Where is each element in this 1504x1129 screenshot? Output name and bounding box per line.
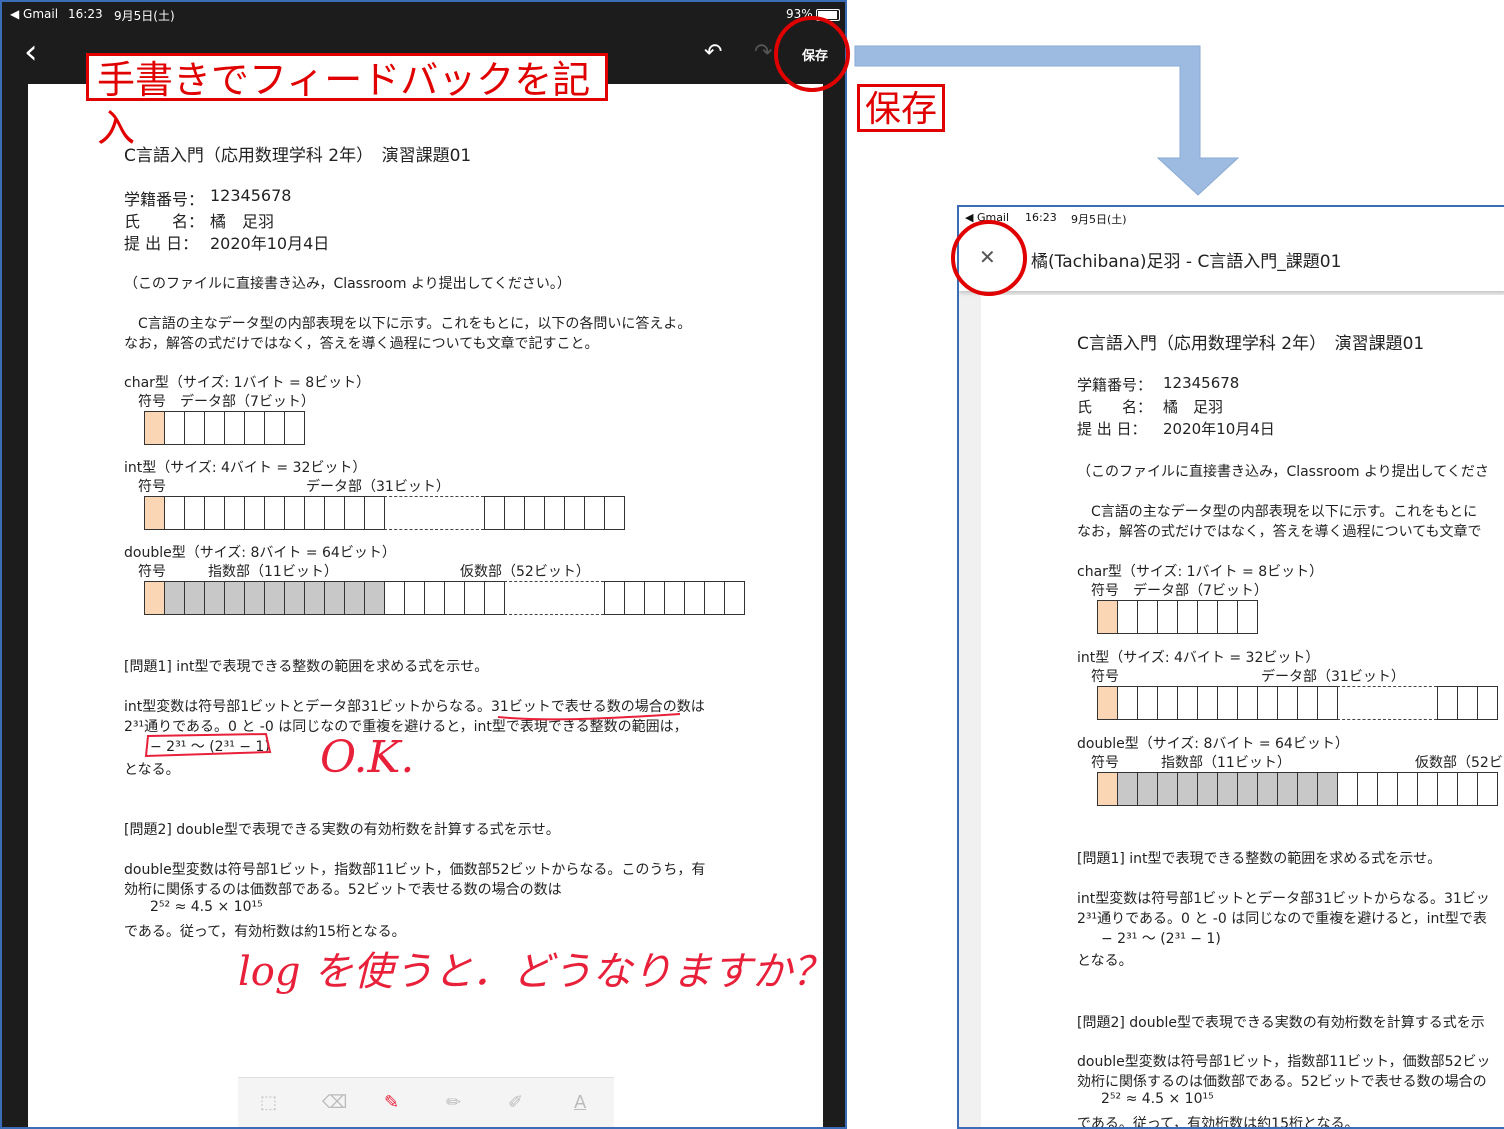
student-id-label: 学籍番号： [1077,376,1153,394]
select-icon[interactable]: ⬚ [260,1092,277,1113]
pen-toolbar: ⬚ ⌫ ✎ ✏ ✐ A [238,1077,614,1127]
double-label: double型（サイズ: 8バイト = 64ビット） [1077,736,1349,752]
marker-icon[interactable]: ✐ [508,1092,523,1113]
submit-date: 2020年10月4日 [1163,420,1275,438]
question-1: [問題1] int型で表現できる整数の範囲を求める式を示せ。 [1077,851,1442,867]
status-date: 9月5日(土) [1071,213,1127,226]
answer-2-line-4: である。従って，有効桁数は約15桁となる。 [1077,1116,1359,1129]
viewer-header: ◀ Gmail 16:23 9月5日(土) ✕ 橘(Tachibana)足羽 -… [959,207,1504,291]
int-bit-gap [1337,686,1437,720]
handwritten-ok: O.K. [320,732,415,783]
answer-2-line-2: 効桁に関係するのは価数部である。52ビットで表せる数の場合の [1077,1074,1487,1090]
int-bit-diagram-b [1437,686,1498,720]
double-bit-diagram [1097,772,1498,806]
intro-line-1: C言語の主なデータ型の内部表現を以下に示す。これをもとに [1091,504,1478,520]
double-sign-label: 符号 [1091,755,1119,771]
question-2: [問題2] double型で表現できる実数の有効桁数を計算する式を示 [1077,1015,1485,1031]
pen-icon[interactable]: ✎ [384,1092,399,1113]
feedback-callout: 手書きでフィードバックを記入 [86,53,608,150]
char-label: char型（サイズ: 1バイト = 8ビット） [1077,564,1324,580]
answer-1-line-4: となる。 [1077,953,1133,969]
status-date: 9月5日(土) [114,9,175,23]
status-time: 16:23 [1025,211,1057,224]
intro-line-2: なお，解答の式だけではなく，答えを導く過程についても文章で [1077,524,1482,540]
text-icon[interactable]: A [574,1092,586,1113]
document-title: 橘(Tachibana)足羽 - C言語入門_課題01 [1031,252,1342,272]
pencil-icon[interactable]: ✏ [446,1092,461,1113]
int-label: int型（サイズ: 4バイト = 32ビット） [1077,650,1320,666]
save-highlight-circle [774,16,850,92]
double-frac-label: 仮数部（52ビ [1415,755,1503,771]
handwritten-question: log を使うと．どうなりますか？ [238,949,832,995]
char-bit-diagram [1097,600,1258,634]
answer-1-formula: − 2³¹ ～ (2³¹ − 1) [1101,931,1221,947]
document-preview-page[interactable]: C言語入門（応用数理学科 2年） 演習課題01 学籍番号： 12345678 氏… [981,295,1504,1129]
int-bit-diagram-a [1097,686,1338,720]
submission-note: （このファイルに直接書き込み，Classroom より提出してくださ [1077,464,1489,480]
answer-2-line-1: double型変数は符号部1ビット，指数部11ビット，価数部52ビッ [1077,1054,1491,1070]
doc-title: C言語入門（応用数理学科 2年） 演習課題01 [1077,334,1425,354]
student-name: 橘 足羽 [1163,398,1224,416]
answer-1-line-1: int型変数は符号部1ビットとデータ部31ビットからなる。31ビッ [1077,891,1490,907]
save-callout: 保存 [857,84,945,132]
name-label: 氏 名： [1077,398,1153,416]
pdf-viewer-screen: ◀ Gmail 16:23 9月5日(土) ✕ 橘(Tachibana)足羽 -… [957,205,1504,1129]
close-highlight-circle [951,220,1027,296]
char-sub-label: 符号 データ部（7ビット） [1091,583,1268,599]
int-sign-label: 符号 [1091,669,1119,685]
eraser-icon[interactable]: ⌫ [322,1092,347,1113]
redo-icon[interactable]: ↷ [754,40,772,65]
back-icon[interactable]: ‹ [24,32,38,72]
undo-icon[interactable]: ↶ [704,40,722,65]
int-data-label: データ部（31ビット） [1261,669,1405,685]
tablet-editor-screen: ◀ Gmail 16:23 9月5日(土) 93% ‹ ↶ ↷ 保存 C言語入門… [0,0,847,1129]
answer-1-line-2: 2³¹通りである。0 と -0 は同じなので重複を避けると，int型で表 [1077,911,1487,927]
status-time: 16:23 [68,7,103,21]
date-label: 提 出 日： [1077,420,1147,438]
double-exp-label: 指数部（11ビット） [1161,755,1291,771]
answer-2-formula: 2⁵² ≈ 4.5 × 10¹⁵ [1101,1091,1214,1107]
document-page[interactable]: C言語入門（応用数理学科 2年） 演習課題01 学籍番号： 12345678 氏… [28,84,832,1127]
status-app: ◀ Gmail [10,7,59,21]
student-id: 12345678 [1163,374,1240,392]
